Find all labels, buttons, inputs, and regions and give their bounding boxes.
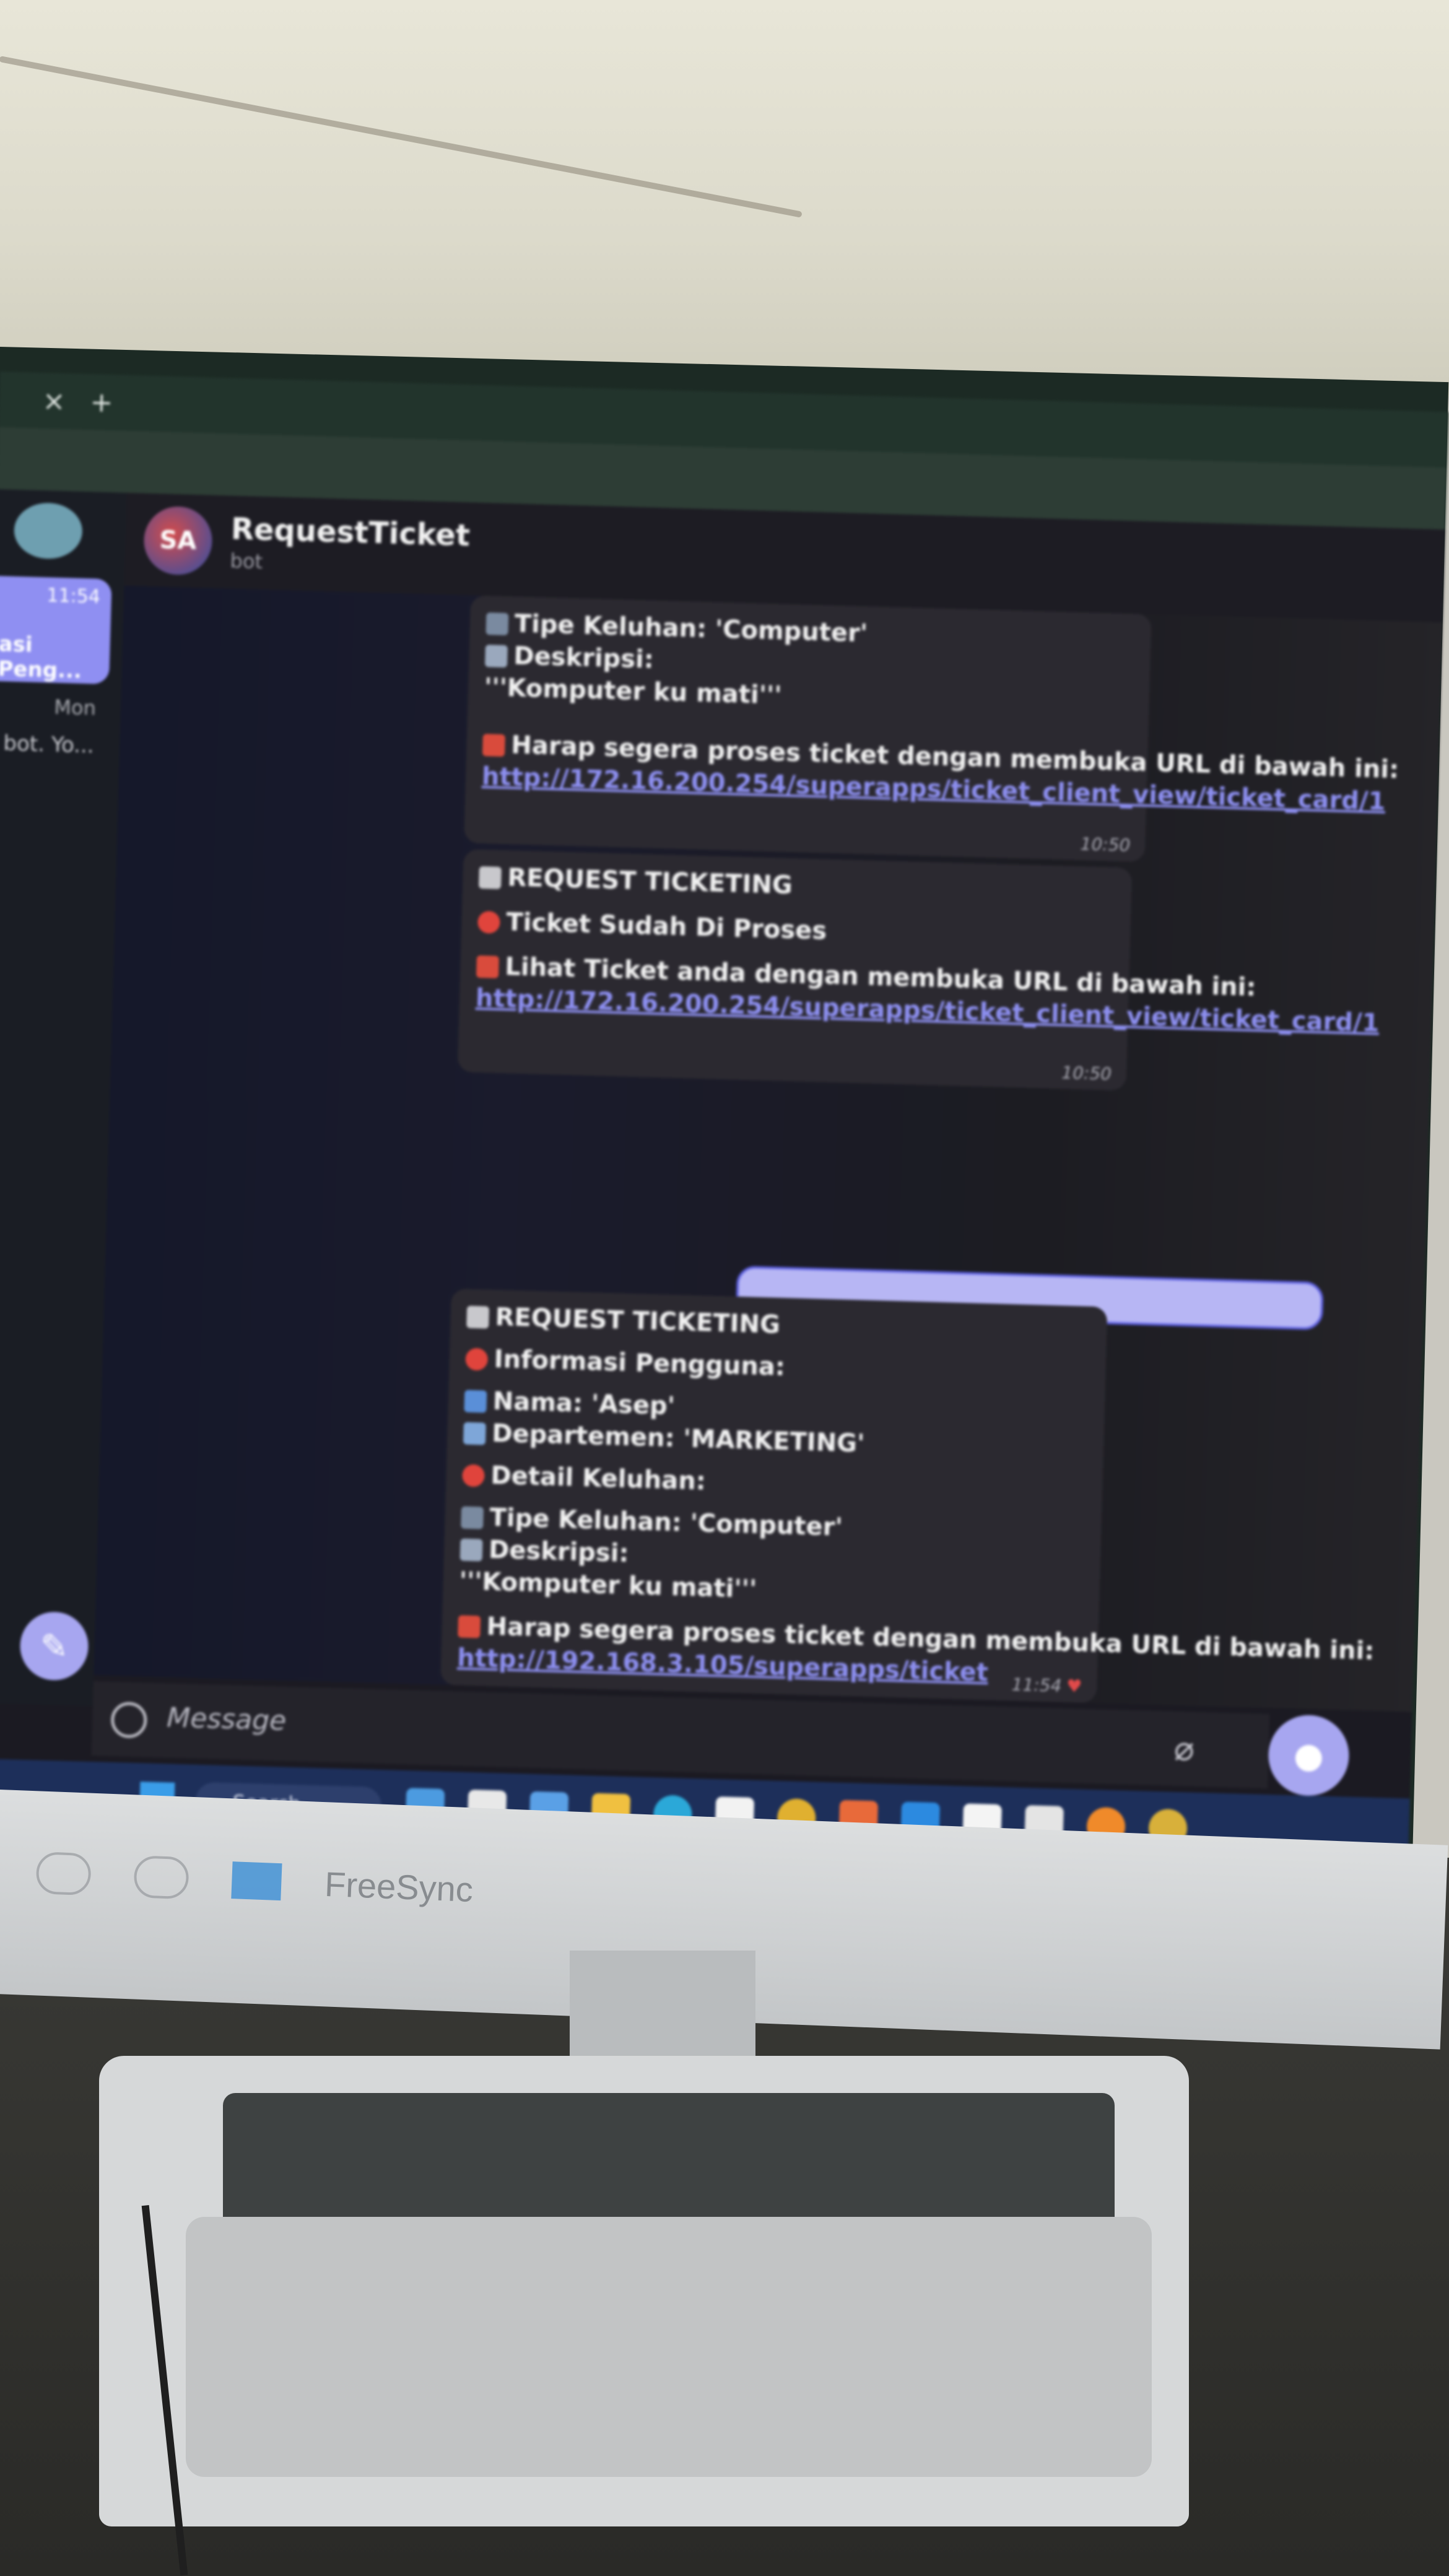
chat-day-label: Mon <box>53 695 97 720</box>
monitor-stand-shelf <box>186 2217 1152 2477</box>
avatar[interactable] <box>13 502 84 560</box>
energy-badge <box>231 1861 282 1901</box>
message-bubble: REQUEST TICKETING Ticket Sudah Di Proses… <box>457 849 1380 1091</box>
message-input[interactable]: Message <box>167 1702 287 1736</box>
emoji-icon[interactable] <box>110 1701 148 1739</box>
message-time: 10:50 <box>1061 1061 1112 1084</box>
chat-preview-text[interactable]: / bot. Yo... <box>0 731 94 759</box>
paperclip-icon[interactable]: ⌀ <box>1173 1729 1194 1769</box>
certification-logo <box>133 1855 189 1900</box>
heart-reaction-icon: ♥ <box>1066 1675 1082 1697</box>
chat-preview: asi Peng... <box>0 632 82 684</box>
message-bubble: Tipe Keluhan: 'Computer' Deskripsi: '''K… <box>464 595 1399 862</box>
message-area: Tipe Keluhan: 'Computer' Deskripsi: '''K… <box>94 585 1443 1712</box>
microphone-icon[interactable]: ● <box>1267 1714 1351 1797</box>
chat-list-item-active[interactable]: 11:54 asi Peng... <box>0 575 112 685</box>
certification-logo <box>35 1852 92 1896</box>
freesync-logo: FreeSync <box>324 1864 474 1909</box>
chat-title: RequestTicket <box>230 511 471 554</box>
chat-time: 11:54 <box>46 585 101 608</box>
close-tab-icon[interactable]: × <box>42 385 66 417</box>
message-bubble: REQUEST TICKETING Informasi Pengguna: Na… <box>440 1288 1375 1704</box>
message-time: 11:54 ♥ <box>1011 1674 1082 1697</box>
monitor-screen: × + 11:54 asi Peng... Mon / bot. Yo... W… <box>0 372 1449 1873</box>
message-time: 10:50 <box>1080 833 1131 855</box>
chat-subtitle: bot <box>230 549 263 573</box>
bot-avatar: SA <box>142 505 213 576</box>
pencil-icon[interactable]: ✎ <box>19 1611 90 1681</box>
new-tab-icon[interactable]: + <box>90 386 113 419</box>
